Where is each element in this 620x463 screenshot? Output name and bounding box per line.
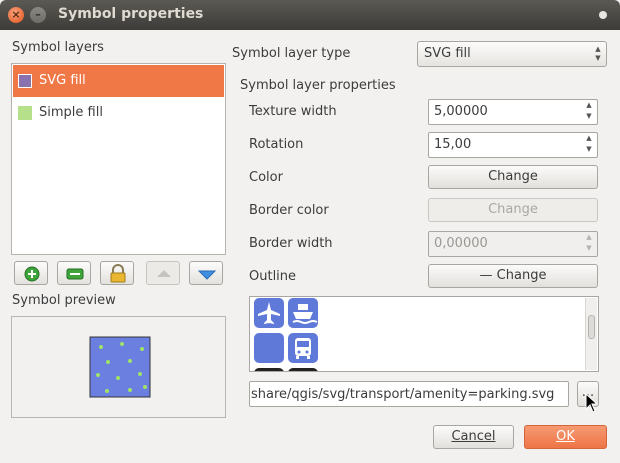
close-icon[interactable]: × <box>8 7 24 23</box>
cancel-label: Cancel <box>451 429 496 444</box>
layer-properties-label: Symbol layer properties <box>240 78 396 93</box>
remove-layer-button[interactable] <box>57 261 91 285</box>
remove-icon <box>66 268 84 280</box>
move-up-button[interactable] <box>146 261 180 285</box>
symbol-preview-label: Symbol preview <box>12 293 116 308</box>
texture-width-label: Texture width <box>249 104 337 119</box>
add-layer-button[interactable] <box>14 261 48 285</box>
dark-symbol-icon[interactable] <box>254 368 284 371</box>
layer-label: SVG fill <box>39 73 86 88</box>
chevron-updown-icon: ▲ ▼ <box>595 45 601 62</box>
layer-type-value: SVG fill <box>424 46 471 61</box>
layer-swatch <box>18 106 32 120</box>
spin-icon[interactable]: ▲ ▼ <box>581 232 597 256</box>
airplane-icon[interactable] <box>254 298 284 328</box>
rotation-label: Rotation <box>249 137 304 152</box>
outline-label: Outline <box>249 269 297 284</box>
rotation-field[interactable]: 15,00 ▲ ▼ <box>428 132 598 158</box>
spin-icon[interactable]: ▲ ▼ <box>581 133 597 157</box>
svg-list-scrollbar[interactable] <box>585 298 597 370</box>
border-width-label: Border width <box>249 236 333 251</box>
layer-label: Simple fill <box>39 105 103 120</box>
texture-width-field[interactable]: 5,00000 ▲ ▼ <box>428 99 598 125</box>
border-width-value: 0,00000 <box>434 236 488 251</box>
bus-icon[interactable] <box>288 333 318 363</box>
lock-icon <box>110 264 126 283</box>
color-change-button[interactable]: Change <box>428 165 598 189</box>
texture-width-value: 5,00000 <box>434 104 488 119</box>
border-color-change-button[interactable]: Change <box>428 198 598 222</box>
ok-button[interactable]: OK <box>524 425 607 449</box>
symbol-layers-list[interactable]: SVG fill Simple fill <box>11 63 226 255</box>
ok-label: OK <box>556 429 575 444</box>
move-down-button[interactable] <box>189 261 223 285</box>
dark-symbol-icon[interactable] <box>288 368 318 371</box>
window-title: Symbol properties <box>58 6 204 22</box>
lock-layer-button[interactable] <box>100 261 134 285</box>
outline-change-button[interactable]: — Change <box>428 264 598 288</box>
layer-type-select[interactable]: SVG fill ▲ ▼ <box>417 41 607 67</box>
border-width-field[interactable]: 0,00000 ▲ ▼ <box>428 231 598 257</box>
minimize-icon[interactable]: – <box>30 7 46 23</box>
svg-path-value: share/qgis/svg/transport/amenity=parking… <box>251 387 555 402</box>
layer-type-label: Symbol layer type <box>232 46 351 61</box>
symbol-preview <box>11 316 226 418</box>
symbol-layers-label: Symbol layers <box>12 40 104 55</box>
layer-item-simple-fill[interactable]: Simple fill <box>13 97 224 129</box>
color-label: Color <box>249 170 283 185</box>
cancel-button[interactable]: Cancel <box>433 425 514 449</box>
border-color-label: Border color <box>249 203 329 218</box>
svg-symbol-list[interactable] <box>249 296 599 372</box>
blank-symbol-icon[interactable] <box>254 333 284 363</box>
rotation-value: 15,00 <box>434 137 472 152</box>
layer-swatch <box>18 74 32 88</box>
mouse-cursor-icon <box>585 393 599 413</box>
layer-item-svg-fill[interactable]: SVG fill <box>13 65 224 97</box>
ferry-icon[interactable] <box>288 298 318 328</box>
scroll-thumb[interactable] <box>588 315 595 339</box>
add-icon <box>24 266 40 282</box>
preview-swatch <box>89 336 151 398</box>
arrow-down-icon <box>197 270 217 280</box>
arrow-up-icon <box>157 270 171 277</box>
spin-icon[interactable]: ▲ ▼ <box>581 100 597 124</box>
window-menu-icon[interactable] <box>599 11 607 19</box>
title-bar: × – Symbol properties <box>0 0 620 30</box>
svg-path-field[interactable]: share/qgis/svg/transport/amenity=parking… <box>249 381 569 407</box>
